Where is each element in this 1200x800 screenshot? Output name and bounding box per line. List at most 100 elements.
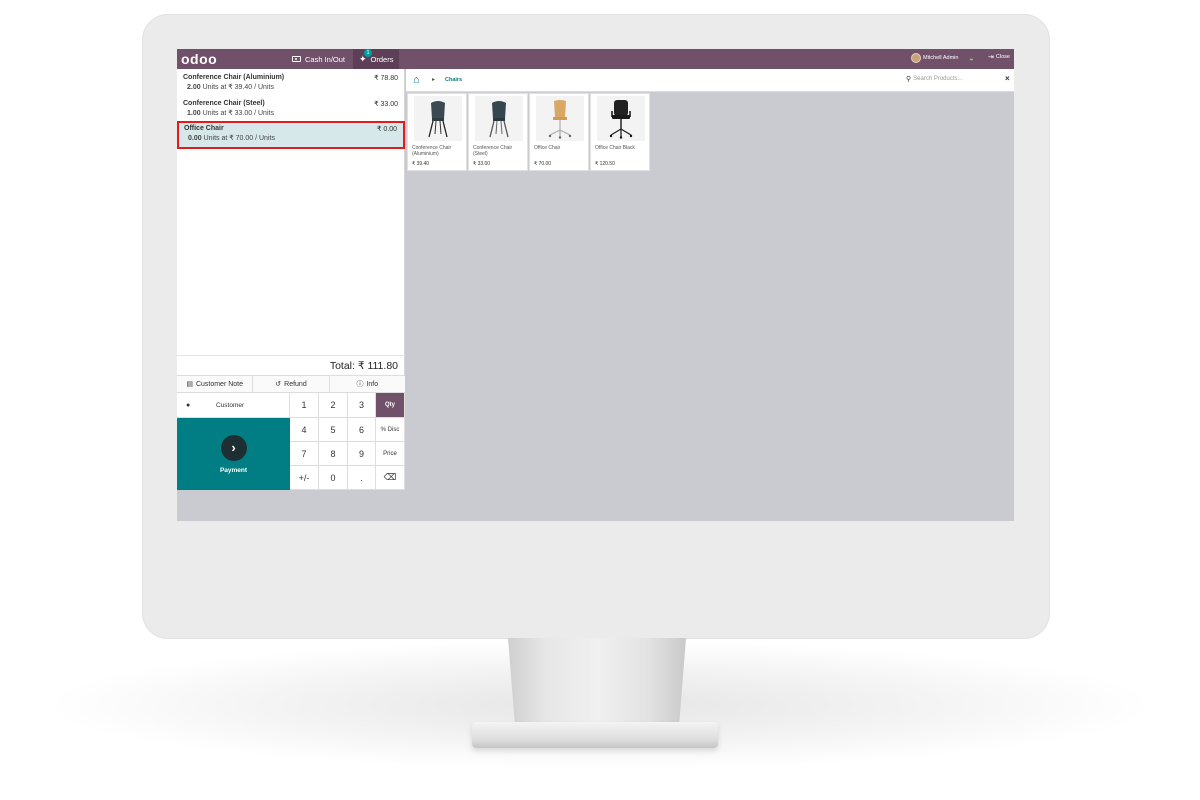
sign-out-icon: ⇥ — [988, 54, 994, 61]
refund-button[interactable]: ↺ Refund — [253, 376, 330, 392]
product-card[interactable]: Office Chair ₹ 70.00 — [529, 93, 589, 171]
discount-mode-button[interactable]: % Disc — [376, 418, 405, 442]
chair-icon — [548, 99, 572, 139]
order-line-price: ₹ 78.80 — [374, 75, 398, 82]
payment-button[interactable]: › Payment — [177, 418, 290, 490]
orders-button[interactable]: ✦ 1 Orders — [353, 49, 400, 69]
orders-label: Orders — [370, 54, 394, 64]
chair-icon — [489, 100, 509, 137]
customer-note-button[interactable]: ▤ Customer Note — [177, 376, 254, 392]
user-menu[interactable]: Mitchell Admin — [911, 53, 958, 63]
numpad: 1 2 3 Qty 4 5 6 % Disc 7 8 9 Price +/- 0… — [290, 393, 405, 490]
desktop-mockup: odoo Cash In/Out ✦ 1 Orders Mitchell Adm… — [0, 0, 1200, 800]
monitor-stand-neck — [508, 638, 686, 728]
backspace-icon[interactable]: ⌫ — [376, 466, 405, 490]
order-line-name: Conference Chair (Steel) — [183, 100, 265, 107]
product-card[interactable]: Conference Chair (Steel) ₹ 33.00 — [468, 93, 528, 171]
info-label: Info — [366, 380, 379, 388]
product-image — [536, 96, 584, 141]
product-header: ⌂ ▸ Chairs ⚲ Search Products... × — [406, 69, 1014, 92]
product-name: Office Chair Black — [595, 145, 635, 151]
numpad-key-6[interactable]: 6 — [348, 418, 376, 442]
customer-label: Customer — [216, 401, 245, 409]
order-line-detail: 0.00 Units at ₹ 70.00 / Units — [184, 134, 398, 142]
order-line-qty: 2.00 — [187, 84, 201, 91]
wifi-icon: ◒ — [969, 54, 974, 63]
customer-note-label: Customer Note — [195, 380, 244, 388]
numpad-key-4[interactable]: 4 — [290, 418, 319, 442]
undo-icon: ↺ — [275, 381, 282, 388]
decimal-key[interactable]: . — [348, 466, 376, 490]
product-name: Conference Chair (Aluminium) — [412, 145, 452, 157]
order-line-qty: 1.00 — [187, 110, 201, 117]
home-icon[interactable]: ⌂ — [413, 74, 420, 86]
product-price: ₹ 33.00 — [473, 161, 491, 167]
order-line-unit: Units at ₹ 39.40 / Units — [202, 84, 274, 91]
product-price: ₹ 120.50 — [595, 161, 615, 167]
pos-screen: odoo Cash In/Out ✦ 1 Orders Mitchell Adm… — [177, 49, 1014, 521]
chair-icon — [609, 99, 633, 139]
breadcrumb-separator-icon: ▸ — [432, 77, 436, 83]
order-total: Total: ₹ 111.80 — [177, 355, 405, 375]
cash-in-out-button[interactable]: Cash In/Out — [292, 49, 345, 69]
order-line-name: Office Chair — [184, 125, 224, 132]
note-icon: ▤ — [186, 381, 193, 388]
numpad-key-1[interactable]: 1 — [290, 393, 319, 418]
refund-label: Refund — [284, 380, 307, 388]
product-screen: ⌂ ▸ Chairs ⚲ Search Products... × Confer… — [406, 69, 1014, 521]
info-icon: ⓘ — [356, 381, 364, 388]
numpad-key-2[interactable]: 2 — [319, 393, 348, 418]
user-icon: ● — [186, 401, 191, 409]
user-name: Mitchell Admin — [923, 55, 959, 61]
customer-button[interactable]: ● Customer — [177, 393, 290, 418]
top-bar: odoo Cash In/Out ✦ 1 Orders Mitchell Adm… — [177, 49, 1014, 69]
order-panel: Conference Chair (Aluminium) ₹ 78.80 2.0… — [177, 69, 405, 490]
order-line-detail: 1.00 Units at ₹ 33.00 / Units — [183, 109, 399, 117]
plus-minus-key[interactable]: +/- — [290, 466, 319, 490]
price-mode-button[interactable]: Price — [376, 442, 405, 466]
product-price: ₹ 70.00 — [534, 161, 552, 167]
product-grid: Conference Chair (Aluminium) ₹ 39.40 Con… — [406, 92, 1014, 173]
info-button[interactable]: ⓘ Info — [329, 376, 405, 392]
product-name: Office Chair — [534, 145, 561, 151]
product-card[interactable]: Conference Chair (Aluminium) ₹ 39.40 — [407, 93, 467, 171]
numpad-key-9[interactable]: 9 — [348, 442, 376, 466]
product-name: Conference Chair (Steel) — [473, 145, 513, 157]
numpad-key-7[interactable]: 7 — [290, 442, 319, 466]
close-button[interactable]: ⇥ Close — [988, 53, 1010, 61]
odoo-logo: odoo — [181, 51, 218, 67]
order-line-unit: Units at ₹ 70.00 / Units — [203, 135, 275, 142]
chevron-right-icon: › — [220, 434, 247, 461]
close-label: Close — [995, 54, 1010, 60]
search-input[interactable]: Search Products... — [913, 76, 962, 82]
money-icon — [292, 56, 301, 62]
clear-search-icon[interactable]: × — [1005, 74, 1010, 83]
numpad-key-0[interactable]: 0 — [319, 466, 348, 490]
cash-in-out-label: Cash In/Out — [305, 54, 346, 64]
control-buttons: ▤ Customer Note ↺ Refund ⓘ Info — [177, 375, 405, 393]
numpad-key-3[interactable]: 3 — [348, 393, 376, 418]
product-image — [414, 96, 462, 141]
qty-mode-button[interactable]: Qty — [376, 393, 405, 418]
product-image — [597, 96, 645, 141]
breadcrumb-category[interactable]: Chairs — [445, 77, 462, 83]
product-image — [475, 96, 523, 141]
search-box[interactable]: ⚲ Search Products... — [906, 75, 963, 83]
monitor-stand-base — [472, 722, 718, 748]
numpad-key-5[interactable]: 5 — [319, 418, 348, 442]
order-line-price: ₹ 0.00 — [376, 126, 397, 133]
numpad-key-8[interactable]: 8 — [319, 442, 348, 466]
avatar — [911, 53, 921, 63]
orders-icon: ✦ 1 — [359, 49, 372, 65]
product-card[interactable]: Office Chair Black ₹ 120.50 — [590, 93, 650, 171]
order-line[interactable]: Conference Chair (Aluminium) ₹ 78.80 2.0… — [177, 71, 405, 97]
order-line-selected[interactable]: Office Chair ₹ 0.00 0.00 Units at ₹ 70.0… — [177, 121, 405, 149]
orders-count-badge: 1 — [364, 49, 372, 57]
chair-icon — [428, 100, 448, 137]
order-line-qty: 0.00 — [188, 135, 202, 142]
order-line-price: ₹ 33.00 — [374, 101, 398, 108]
order-line[interactable]: Conference Chair (Steel) ₹ 33.00 1.00 Un… — [177, 97, 405, 123]
order-line-name: Conference Chair (Aluminium) — [183, 74, 285, 81]
search-icon: ⚲ — [906, 76, 912, 83]
payment-label: Payment — [219, 466, 248, 474]
